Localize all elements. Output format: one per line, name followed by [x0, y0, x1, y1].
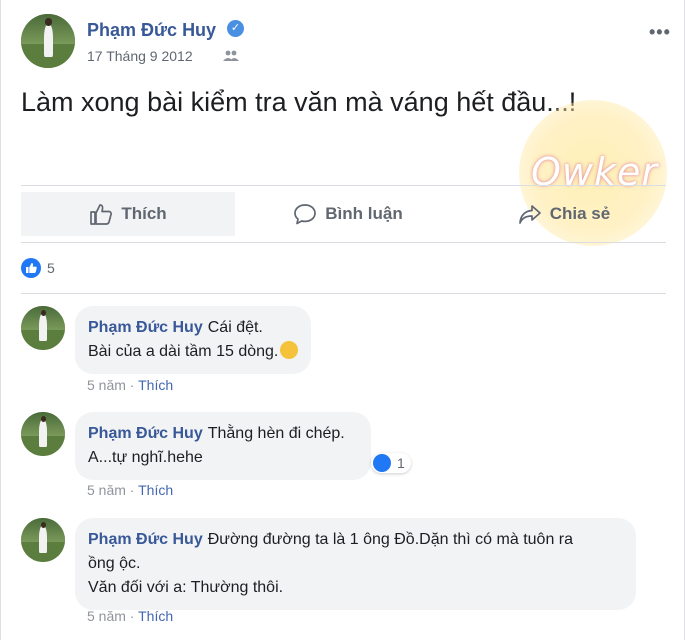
- watermark-text: Owker: [531, 150, 658, 194]
- commenter-name[interactable]: Phạm Đức Huy: [88, 531, 203, 548]
- comment-meta: 5 năm · Thích: [87, 608, 174, 624]
- comment-reaction-count: 1: [397, 455, 405, 471]
- comment-time[interactable]: 5 năm: [87, 608, 126, 624]
- like-label: Thích: [121, 204, 167, 223]
- comment-bubble: Phạm Đức Huy Thằng hèn đi chép. A...tự ng…: [75, 412, 371, 480]
- comment-text: Văn đối với a: Thường thôi.: [88, 579, 284, 596]
- author-avatar[interactable]: [21, 14, 75, 68]
- sad-emoji-icon: [280, 341, 299, 359]
- reaction-count[interactable]: 5: [47, 260, 55, 276]
- comment-bubble: Phạm Đức Huy Đường đường ta là 1 ông Đồ.D…: [75, 518, 636, 610]
- share-label: Chia sẻ: [549, 204, 611, 223]
- comment-text: ồng ộc.: [88, 555, 141, 572]
- comment-text: Thằng hèn đi chép.: [207, 425, 345, 442]
- comment-avatar[interactable]: [21, 412, 65, 456]
- share-icon: [518, 205, 541, 224]
- comment-time[interactable]: 5 năm: [87, 377, 126, 393]
- comment-icon: [294, 204, 317, 225]
- like-reaction-icon[interactable]: [21, 258, 41, 278]
- comment-avatar[interactable]: [21, 306, 65, 350]
- comment-like-link[interactable]: Thích: [138, 482, 173, 498]
- divider: [21, 185, 666, 186]
- comment-button[interactable]: Bình luận: [241, 192, 455, 236]
- comment-reaction-badge[interactable]: 1: [371, 453, 411, 473]
- comment-label: Bình luận: [325, 204, 403, 223]
- like-button[interactable]: Thích: [21, 192, 235, 236]
- verified-badge-icon: ✓: [227, 20, 244, 37]
- post-card: Phạm Đức Huy ✓ 17 Tháng 9 2012 ••• Làm x…: [0, 0, 685, 640]
- post-timestamp[interactable]: 17 Tháng 9 2012: [87, 48, 193, 64]
- comment-text: Cái đệt.: [207, 319, 263, 336]
- comment-like-link[interactable]: Thích: [138, 377, 173, 393]
- like-reaction-icon: [373, 454, 391, 472]
- comment-text: Đường đường ta là 1 ông Đồ.Dặn thì có mà…: [207, 531, 574, 548]
- comment-avatar[interactable]: [21, 518, 65, 562]
- divider: [21, 293, 666, 294]
- share-button[interactable]: Chia sẻ: [461, 192, 667, 236]
- comment-like-link[interactable]: Thích: [138, 608, 173, 624]
- commenter-name[interactable]: Phạm Đức Huy: [88, 425, 203, 442]
- commenter-name[interactable]: Phạm Đức Huy: [88, 319, 203, 336]
- thumbs-up-icon: [90, 204, 113, 225]
- comment-meta: 5 năm · Thích: [87, 482, 174, 498]
- post-text: Làm xong bài kiểm tra văn mà váng hết đầ…: [21, 87, 577, 117]
- comment-text: A...tự nghĩ.hehe: [88, 449, 203, 466]
- comment-meta: 5 năm · Thích: [87, 377, 174, 393]
- comment-text: Bài của a dài tầm 15 dòng.: [88, 343, 279, 360]
- more-options-icon[interactable]: •••: [649, 22, 671, 43]
- comment-bubble: Phạm Đức Huy Cái đệt. Bài của a dài tầm 1…: [75, 306, 312, 374]
- comment-time[interactable]: 5 năm: [87, 482, 126, 498]
- divider: [21, 242, 666, 243]
- friends-audience-icon[interactable]: [223, 50, 239, 62]
- author-name[interactable]: Phạm Đức Huy: [87, 20, 216, 41]
